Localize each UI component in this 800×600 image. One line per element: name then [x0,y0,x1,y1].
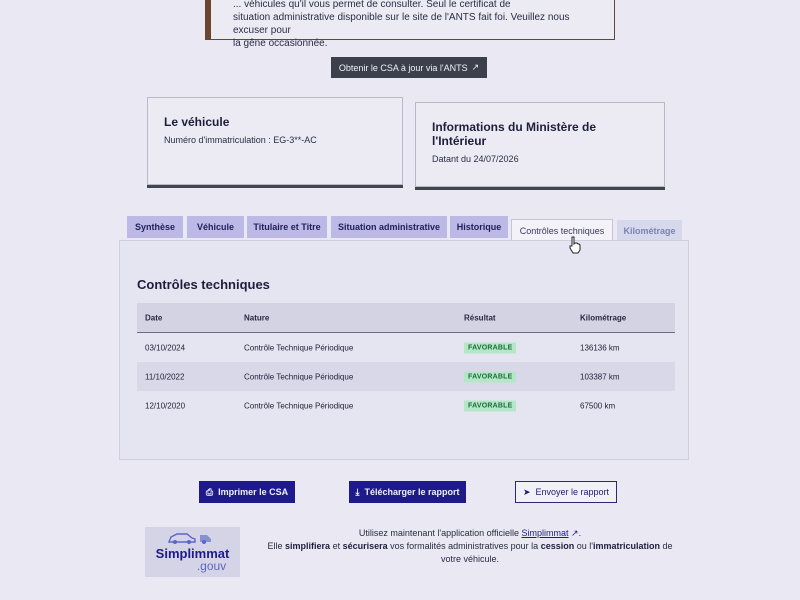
tab-vehicule[interactable]: Véhicule [187,216,244,238]
promo-text: Elle [267,541,286,551]
table-header: Date Nature Résultat Kilométrage [137,303,675,333]
promo-line1: Utilisez maintenant l'application offici… [358,528,522,538]
tab-bar: Synthèse Véhicule Titulaire et Titre Sit… [127,216,687,242]
vehicule-card: Le véhicule Numéro d'immatriculation : E… [147,97,403,185]
tab-kilometrage[interactable]: Kilométrage [617,220,682,242]
table-row: 03/10/2024 Contrôle Technique Périodique… [137,333,675,362]
ministere-card-title: Informations du Ministère de l'Intérieur [432,120,597,148]
tab-situation[interactable]: Situation administrative [331,216,447,238]
status-badge: FAVORABLE [464,342,517,353]
obtain-csa-label: Obtenir le CSA à jour via l'ANTS [338,62,468,73]
print-icon: ⎙ [205,486,214,497]
controles-table: Date Nature Résultat Kilométrage 03/10/2… [137,303,675,420]
tab-controles[interactable]: Contrôles techniques [511,219,613,241]
ministere-card: Informations du Ministère de l'Intérieur… [415,102,665,187]
row-km: 136136 km [580,343,620,352]
promo-bold: sécurisera [342,541,388,551]
send-icon: ➤ [522,486,531,497]
logo-name: Simplimmat [155,545,230,561]
tab-synthese[interactable]: Synthèse [127,216,183,238]
row-km: 67500 km [580,401,616,410]
row-km: 103387 km [580,372,620,381]
app-promo-text: Utilisez maintenant l'application offici… [265,527,675,566]
row-date: 03/10/2024 [145,343,186,352]
simplimmat-logo[interactable]: Simplimmat .gouv [145,527,240,577]
row-date: 11/10/2022 [145,372,185,381]
download-icon: ⤓ [355,486,360,497]
external-link-icon: ↗ [471,62,480,72]
download-report-label: Télécharger le rapport [364,487,460,497]
vehicule-card-title: Le véhicule [164,115,230,129]
promo-bold: immatriculation [592,541,660,551]
car-icon [167,533,211,544]
print-csa-button[interactable]: ⎙ Imprimer le CSA [199,481,295,503]
col-resultat: Résultat [464,313,496,322]
tab-historique[interactable]: Historique [450,216,508,238]
send-report-button[interactable]: ➤ Envoyer le rapport [515,481,617,503]
immatriculation-number: Numéro d'immatriculation : EG-3**-AC [164,135,317,145]
promo-text: ou l' [574,541,593,551]
info-notice: ... véhicules qu'il vous permet de consu… [205,0,615,49]
col-nature: Nature [244,313,270,322]
col-date: Date [145,313,163,322]
notice-line-2: la gêne occasionnée. [233,38,328,49]
controles-title: Contrôles techniques [137,277,270,292]
status-badge: FAVORABLE [464,400,517,411]
obtain-csa-button[interactable]: Obtenir le CSA à jour via l'ANTS ↗ [331,57,487,78]
send-report-label: Envoyer le rapport [535,487,610,497]
promo-bold: cession [540,541,575,551]
status-badge: FAVORABLE [464,371,517,382]
row-nature: Contrôle Technique Périodique [244,401,354,410]
controles-panel: Contrôles techniques Date Nature Résulta… [119,240,689,460]
col-kilometrage: Kilométrage [580,313,627,322]
download-report-button[interactable]: ⤓ Télécharger le rapport [349,481,466,503]
print-csa-label: Imprimer le CSA [218,487,289,497]
external-link-icon: ↗ [571,528,579,538]
simplimmat-link[interactable]: Simplimmat [522,528,569,538]
hand-cursor-icon [569,236,581,254]
promo-line3: votre véhicule. [440,554,500,564]
notice-line-1: situation administrative disponible sur … [233,12,570,36]
tab-titulaire[interactable]: Titulaire et Titre [247,216,327,238]
promo-text: de [659,541,673,551]
promo-bold: simplifiera [285,541,331,551]
promo-text: et [330,541,343,551]
row-date: 12/10/2020 [145,401,186,410]
ministere-date: Datant du 24/07/2026 [432,154,519,164]
logo-suffix: .gouv [196,558,227,573]
table-row: 12/10/2020 Contrôle Technique Périodique… [137,391,675,420]
promo-text: vos formalités administratives pour la [387,541,541,551]
notice-line-0: ... véhicules qu'il vous permet de consu… [233,0,511,10]
row-nature: Contrôle Technique Périodique [244,343,354,352]
row-nature: Contrôle Technique Périodique [244,372,354,381]
table-row: 11/10/2022 Contrôle Technique Périodique… [137,362,675,391]
